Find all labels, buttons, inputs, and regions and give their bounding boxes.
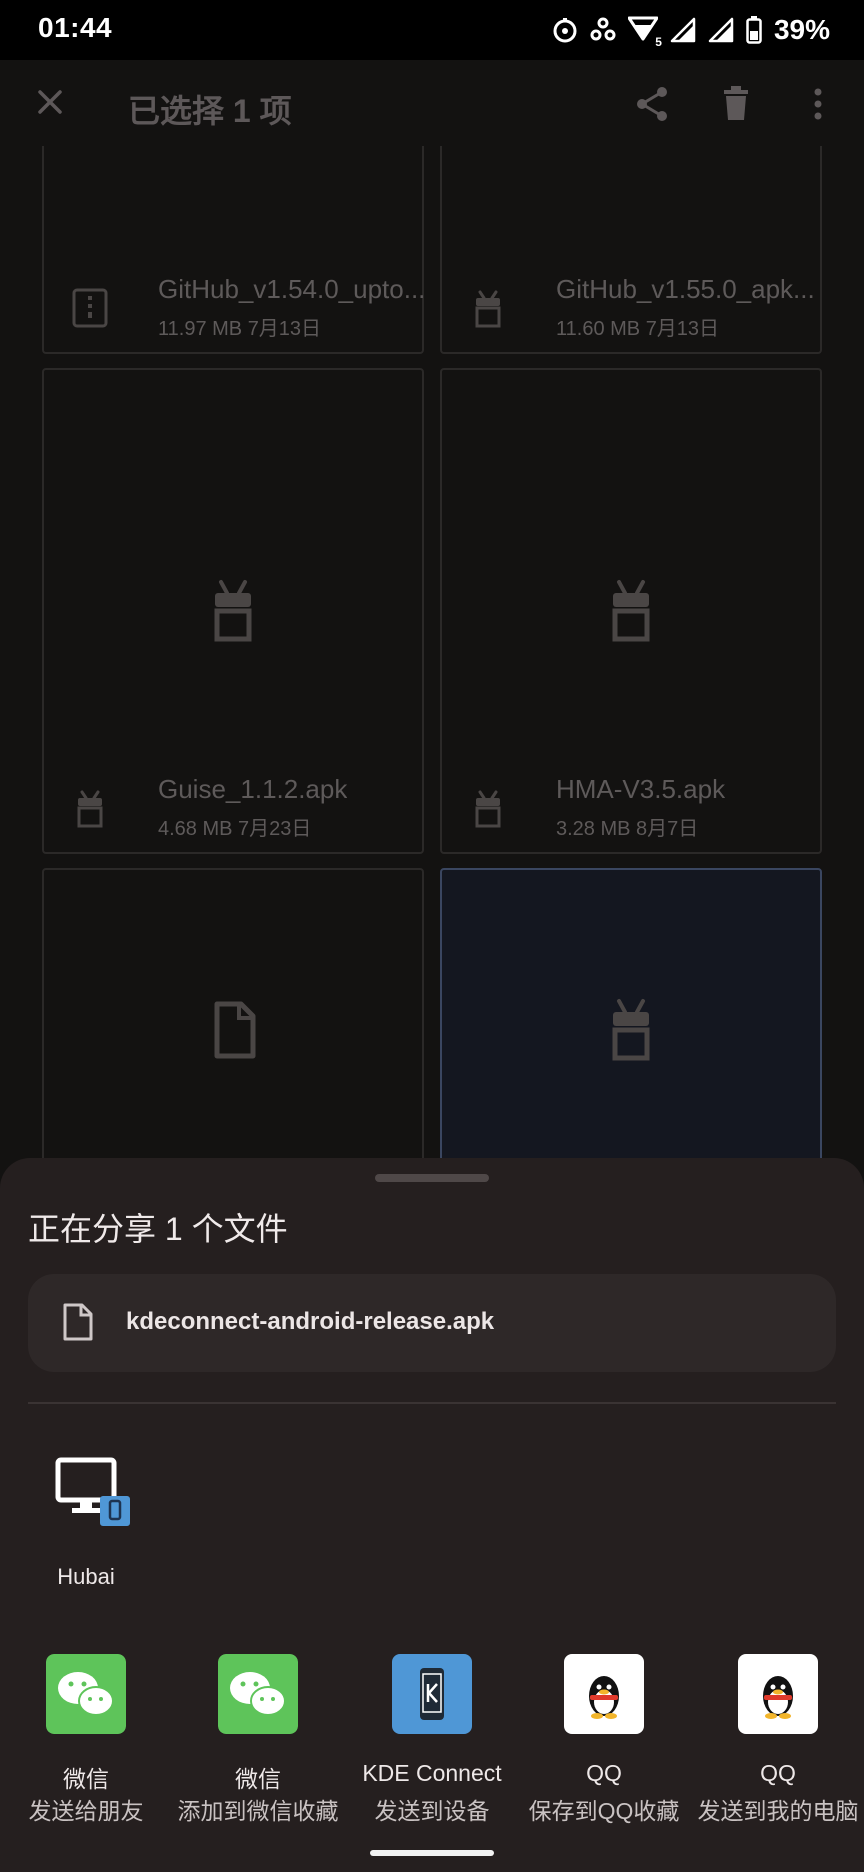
file-meta: 11.97 MB 7月13日 <box>158 318 322 340</box>
share-app-qq-my-computer[interactable]: QQ 发送到我的电脑 <box>692 1654 864 1872</box>
file-meta: 4.68 MB 7月23日 <box>158 818 312 840</box>
status-icons: 5 39% <box>552 12 830 49</box>
file-card[interactable]: GitHub_v1.54.0_upto... 11.97 MB 7月13日 <box>42 146 425 354</box>
gesture-nav-bar[interactable] <box>370 1850 494 1856</box>
archive-icon <box>72 288 108 328</box>
app-sublabel: 发送到设备 <box>374 1798 490 1824</box>
signal-icon <box>670 17 696 43</box>
android-apk-icon <box>475 290 501 328</box>
shared-file-name: kdeconnect-android-release.apk <box>126 1308 495 1335</box>
file-card[interactable]: Guise_1.1.2.apk 4.68 MB 7月23日 <box>42 368 424 854</box>
file-card-info: GitHub_v1.55.0_apk... 11.60 MB 7月13日 <box>470 274 815 340</box>
share-sheet-title: 正在分享 1 个文件 <box>28 1211 288 1247</box>
app-sublabel: 发送给朋友 <box>28 1798 144 1824</box>
share-apps-row: 微信 发送给朋友 微信 添加到微信收藏 KDE Connect 发送到设备 QQ… <box>0 1654 864 1872</box>
app-label: 微信 <box>63 1766 109 1792</box>
wifi-icon <box>627 16 658 41</box>
drag-handle[interactable] <box>375 1174 489 1182</box>
selection-toolbar: 已选择 1 项 <box>0 60 864 148</box>
timer-icon <box>553 18 577 43</box>
direct-target-label: Hubai <box>57 1564 115 1589</box>
app-label: 微信 <box>235 1766 281 1792</box>
file-name: Guise_1.1.2.apk <box>158 774 348 804</box>
file-name: GitHub_v1.55.0_apk... <box>556 274 815 304</box>
document-icon <box>63 1303 93 1341</box>
android-apk-icon <box>612 999 650 1061</box>
file-card-info: HMA-V3.5.apk 3.28 MB 8月7日 <box>470 774 804 840</box>
file-card-info: Guise_1.1.2.apk 4.68 MB 7月23日 <box>72 774 406 840</box>
share-app-qq-favorites[interactable]: QQ 保存到QQ收藏 <box>518 1654 690 1872</box>
wechat-icon <box>218 1654 298 1734</box>
qq-penguin-icon <box>564 1654 644 1734</box>
document-icon <box>214 1001 256 1059</box>
share-app-wechat-friend[interactable]: 微信 发送给朋友 <box>0 1654 172 1872</box>
status-time: 01:44 <box>38 12 113 43</box>
app-sublabel: 发送到我的电脑 <box>697 1798 859 1824</box>
android-apk-icon <box>612 580 650 642</box>
network-badge: 5 <box>655 35 662 49</box>
battery-icon <box>746 16 762 44</box>
file-card-info: GitHub_v1.54.0_upto... 11.97 MB 7月13日 <box>72 274 425 340</box>
app-sublabel: 保存到QQ收藏 <box>528 1798 680 1824</box>
share-sheet: 正在分享 1 个文件 kdeconnect-android-release.ap… <box>0 1158 864 1872</box>
app-label: QQ <box>760 1760 796 1786</box>
desktop-computer-icon <box>55 1457 130 1526</box>
file-name: HMA-V3.5.apk <box>556 774 726 804</box>
file-name: GitHub_v1.54.0_upto... <box>158 274 426 304</box>
delete-icon[interactable] <box>712 80 760 128</box>
battery-percent: 39% <box>773 14 830 45</box>
close-icon[interactable] <box>26 78 74 126</box>
signal-icon <box>708 17 734 43</box>
android-apk-icon <box>77 790 103 828</box>
android-apk-icon <box>475 790 501 828</box>
file-meta: 11.60 MB 7月13日 <box>556 318 720 340</box>
app-label: KDE Connect <box>362 1760 502 1786</box>
app-sublabel: 添加到微信收藏 <box>177 1798 339 1824</box>
direct-share-target-hubai[interactable]: Hubai <box>36 1454 136 1594</box>
app-label: QQ <box>586 1760 622 1786</box>
divider <box>28 1402 836 1404</box>
wechat-icon <box>46 1654 126 1734</box>
wifi-status: 5 <box>627 15 662 49</box>
share-icon[interactable] <box>628 80 676 128</box>
selection-title: 已选择 1 项 <box>128 93 292 129</box>
file-card[interactable]: GitHub_v1.55.0_apk... 11.60 MB 7月13日 <box>440 146 822 354</box>
kde-connect-icon <box>392 1654 472 1734</box>
more-vert-icon[interactable] <box>794 80 842 128</box>
qq-penguin-icon <box>738 1654 818 1734</box>
file-meta: 3.28 MB 8月7日 <box>556 818 699 840</box>
debug-icon <box>590 17 616 41</box>
file-card[interactable]: HMA-V3.5.apk 3.28 MB 8月7日 <box>440 368 822 854</box>
share-app-kde-connect[interactable]: KDE Connect 发送到设备 <box>346 1654 518 1872</box>
shared-file-chip: kdeconnect-android-release.apk <box>28 1274 836 1372</box>
share-app-wechat-favorites[interactable]: 微信 添加到微信收藏 <box>172 1654 344 1872</box>
status-bar: 01:44 5 39% <box>0 0 864 60</box>
android-apk-icon <box>214 580 252 642</box>
